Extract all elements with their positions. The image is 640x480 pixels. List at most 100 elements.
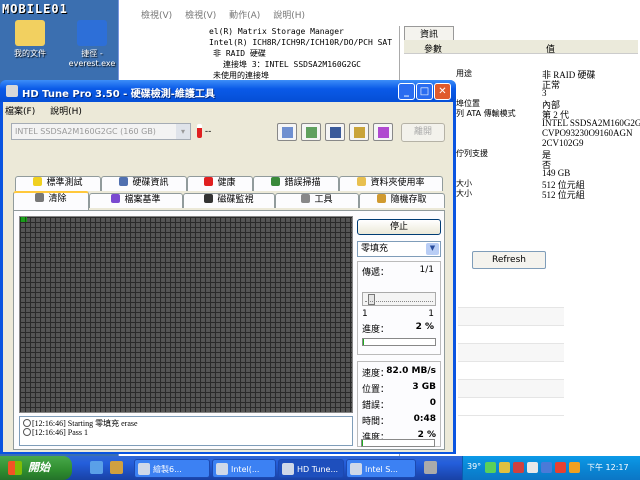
stop-button[interactable]: 停止 [357, 219, 441, 235]
errors-row: 錯誤： 0 [362, 398, 436, 411]
progress-fill [363, 339, 365, 345]
folder-icon [357, 177, 367, 186]
bg-menu-item[interactable]: 動作(A) [229, 11, 260, 21]
close-button[interactable]: ✕ [434, 83, 451, 100]
tree-item[interactable]: 非 RAID 硬碟 [209, 48, 399, 59]
tab-random-access[interactable]: 隨機存取 [359, 193, 445, 208]
title-bar[interactable]: HD Tune Pro 3.50 - 硬碟檢測-維護工具 _ □ ✕ [0, 80, 456, 102]
pass-group: 傳遞： 1/1 1 1 進度： 2 % [357, 261, 441, 355]
tab-disk-monitor[interactable]: 磁碟監視 [183, 193, 275, 208]
trash-icon [35, 193, 45, 202]
system-tray: 39° 下午 12:17 [462, 456, 640, 480]
list-item[interactable] [458, 326, 564, 344]
list-item[interactable] [458, 308, 564, 326]
taskbar-item-active[interactable]: HD Tune... [278, 459, 344, 478]
exit-button[interactable]: 離開 [401, 123, 445, 142]
save-button[interactable] [325, 123, 345, 141]
list-item[interactable] [458, 380, 564, 398]
taskbar-item[interactable]: Intel(... [212, 459, 276, 478]
device-tree[interactable]: el(R) Matrix Storage Manager Intel(R) IC… [209, 26, 399, 86]
minimize-button[interactable]: _ [398, 83, 415, 100]
tray-security-icon[interactable] [499, 462, 510, 473]
random-access-icon [377, 194, 387, 203]
refresh-button[interactable]: Refresh [472, 251, 546, 269]
tab-tools[interactable]: 工具 [275, 193, 359, 208]
column-header-value[interactable]: 值 [546, 42, 555, 55]
monitor-icon [204, 194, 214, 203]
tab-erase[interactable]: 清除 [13, 191, 89, 210]
tray-monitor-icon[interactable] [485, 462, 496, 473]
tree-item[interactable]: el(R) Matrix Storage Manager [209, 26, 399, 37]
info-bullet-icon [23, 428, 31, 436]
start-button[interactable]: 開始 [0, 456, 72, 480]
pass-slider[interactable] [362, 292, 436, 306]
start-label: 開始 [28, 461, 50, 474]
maximize-button[interactable]: □ [416, 83, 433, 100]
taskbar-item[interactable]: Intel S... [346, 459, 416, 478]
tab-error-scan[interactable]: 錯誤掃描 [253, 176, 339, 191]
tab-health[interactable]: 健康 [187, 176, 253, 191]
download-button[interactable] [373, 123, 393, 141]
menu-file[interactable]: 檔案(F) [5, 107, 35, 117]
tree-item[interactable]: 連接埠 3：INTEL SSDSA2M160G2GC [209, 59, 399, 70]
list-item[interactable] [458, 290, 564, 308]
copy-icon [282, 127, 293, 138]
pass-label: 傳遞： [362, 268, 390, 278]
chevron-down-icon: ▾ [176, 124, 190, 139]
desktop-icon-everest[interactable]: 捷徑 - everest.exe [62, 20, 122, 68]
tray-alert-icon[interactable] [513, 462, 524, 473]
log-line: [12:16:46] Pass 1 [23, 428, 349, 437]
tray-volume-icon[interactable] [527, 462, 538, 473]
tab-info[interactable]: 資訊 [404, 26, 454, 40]
desktop-icon-my-documents[interactable]: 我的文件 [0, 20, 60, 59]
pass-progress-bar [362, 338, 436, 346]
tray-ime-icon[interactable] [569, 462, 580, 473]
file-icon [111, 194, 121, 203]
taskbar-extra-icon[interactable] [424, 461, 437, 474]
drive-select-value: INTEL SSDSA2M160G2GC (160 GB) [15, 127, 156, 136]
bg-menu-item[interactable]: 檢視(V) [185, 11, 216, 21]
log-box[interactable]: [12:16:46] Starting 零填充 erase [12:16:46]… [19, 416, 353, 446]
tray-app-icon[interactable] [555, 462, 566, 473]
quicklaunch-ie-icon[interactable] [90, 461, 103, 474]
bulb-icon [33, 177, 43, 186]
shortcut-icon [77, 20, 107, 46]
column-header-param[interactable]: 參數 [424, 42, 442, 55]
quicklaunch-app-icon[interactable] [110, 461, 123, 474]
tab-disk-info[interactable]: 硬碟資訊 [101, 176, 187, 191]
tab-folder-usage[interactable]: 資料夾使用率 [339, 176, 443, 191]
tree-item[interactable]: Intel(R) ICH8R/ICH9R/ICH10R/DO/PCH SAT [209, 37, 399, 48]
disk-save-icon [330, 127, 341, 138]
wrench-icon [354, 127, 365, 138]
list-item[interactable] [458, 362, 564, 380]
temperature-value: -- [204, 126, 212, 137]
windows-flag-icon [8, 461, 22, 475]
tray-network-icon[interactable] [541, 462, 552, 473]
menu-help[interactable]: 說明(H) [50, 107, 82, 117]
intel-icon [216, 463, 228, 475]
paint-icon [138, 463, 150, 475]
info-bullet-icon [23, 419, 31, 427]
copy-text-button[interactable] [277, 123, 297, 141]
slider-min-label: 1 [362, 309, 368, 319]
options-button[interactable] [349, 123, 369, 141]
list-item[interactable] [458, 344, 564, 362]
taskbar-item[interactable]: 繪製6... [134, 459, 210, 478]
bg-menubar: 檢視(V) 檢視(V) 動作(A) 說明(H) [119, 8, 419, 22]
bg-menu-item[interactable]: 檢視(V) [141, 11, 172, 21]
window-title: HD Tune Pro 3.50 - 硬碟檢測-維護工具 [22, 89, 215, 100]
watermark-logo: MOBILE01 [2, 2, 68, 16]
hdtune-window[interactable]: HD Tune Pro 3.50 - 硬碟檢測-維護工具 _ □ ✕ 檔案(F)… [0, 80, 456, 454]
desktop-icon-label: 捷徑 - everest.exe [68, 49, 116, 68]
drive-select[interactable]: INTEL SSDSA2M160G2GC (160 GB) ▾ [11, 123, 191, 140]
bg-menu-item[interactable]: 說明(H) [273, 11, 305, 21]
total-progress-bar [361, 439, 435, 447]
erase-mode-select[interactable]: 零填充 ▼ [357, 241, 441, 257]
copy-screenshot-button[interactable] [301, 123, 321, 141]
tab-file-benchmark[interactable]: 檔案基準 [89, 193, 183, 208]
clock[interactable]: 下午 12:17 [587, 462, 629, 473]
list-item[interactable] [458, 398, 564, 416]
menubar: 檔案(F) 說明(H) [5, 104, 94, 117]
info-row: 用途非 RAID 硬碟 [456, 69, 596, 80]
tab-benchmark[interactable]: 標準測試 [15, 176, 101, 191]
